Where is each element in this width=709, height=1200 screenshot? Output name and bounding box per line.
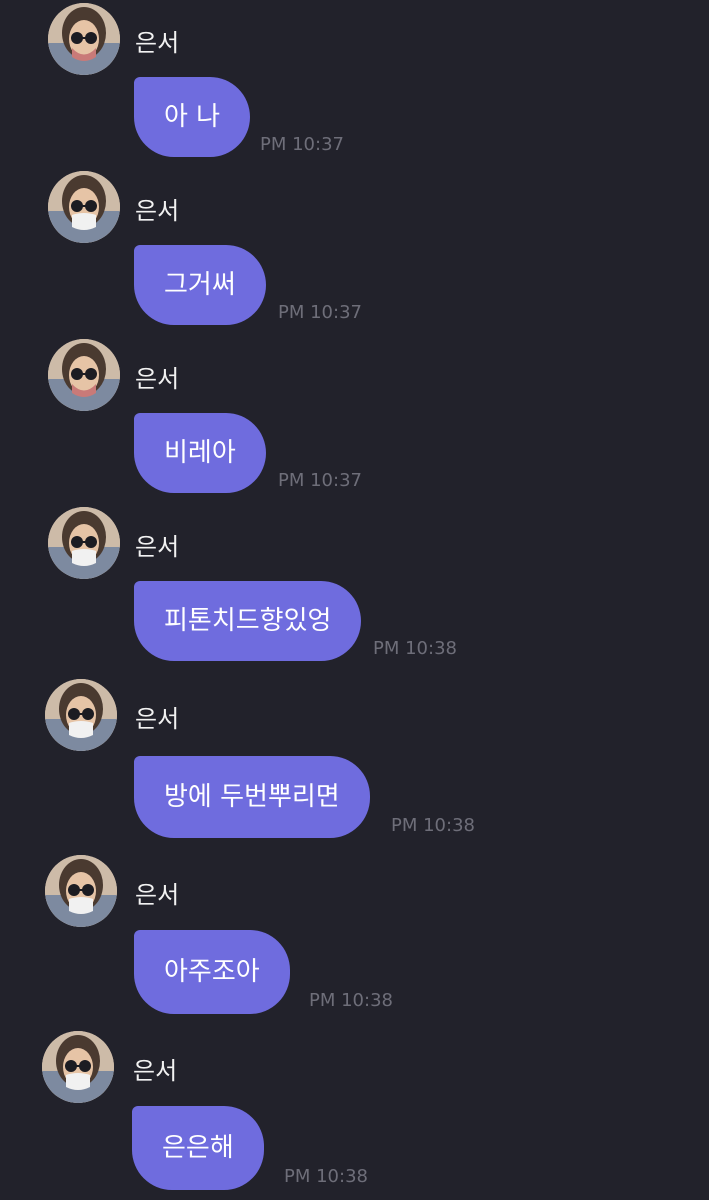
message-timestamp: PM 10:38 — [284, 1166, 368, 1187]
message-bubble[interactable]: 피톤치드향있엉 — [134, 581, 362, 661]
sender-name: 은서 — [135, 533, 180, 561]
avatar[interactable] — [48, 339, 120, 411]
message-bubble[interactable]: 아주조아 — [134, 930, 290, 1014]
message-bubble[interactable]: 아 나 — [134, 77, 251, 157]
profile-photo-icon — [42, 1031, 114, 1103]
profile-photo-icon — [48, 3, 120, 75]
message-timestamp: PM 10:38 — [373, 638, 457, 659]
chat-screen: { "messages": [ {"sender": "은서", "text":… — [0, 0, 709, 1200]
avatar[interactable] — [45, 679, 117, 751]
sender-name: 은서 — [135, 881, 180, 909]
sender-name: 은서 — [135, 197, 180, 225]
profile-photo-icon — [45, 679, 117, 751]
message-timestamp: PM 10:37 — [278, 470, 362, 491]
message-bubble[interactable]: 은은해 — [132, 1106, 264, 1190]
sender-name: 은서 — [133, 1057, 178, 1085]
avatar[interactable] — [48, 507, 120, 579]
profile-photo-icon — [45, 855, 117, 927]
message-bubble[interactable]: 그거써 — [134, 245, 266, 325]
avatar[interactable] — [48, 171, 120, 243]
message-bubble[interactable]: 방에 두번뿌리면 — [134, 756, 370, 838]
message-timestamp: PM 10:38 — [391, 815, 475, 836]
profile-photo-icon — [48, 339, 120, 411]
avatar[interactable] — [45, 855, 117, 927]
avatar[interactable] — [48, 3, 120, 75]
message-timestamp: PM 10:37 — [260, 134, 344, 155]
avatar[interactable] — [42, 1031, 114, 1103]
sender-name: 은서 — [135, 29, 180, 57]
sender-name: 은서 — [135, 365, 180, 393]
profile-photo-icon — [48, 171, 120, 243]
message-timestamp: PM 10:37 — [278, 302, 362, 323]
profile-photo-icon — [48, 507, 120, 579]
sender-name: 은서 — [135, 705, 180, 733]
message-timestamp: PM 10:38 — [309, 990, 393, 1011]
message-bubble[interactable]: 비레아 — [134, 413, 266, 493]
